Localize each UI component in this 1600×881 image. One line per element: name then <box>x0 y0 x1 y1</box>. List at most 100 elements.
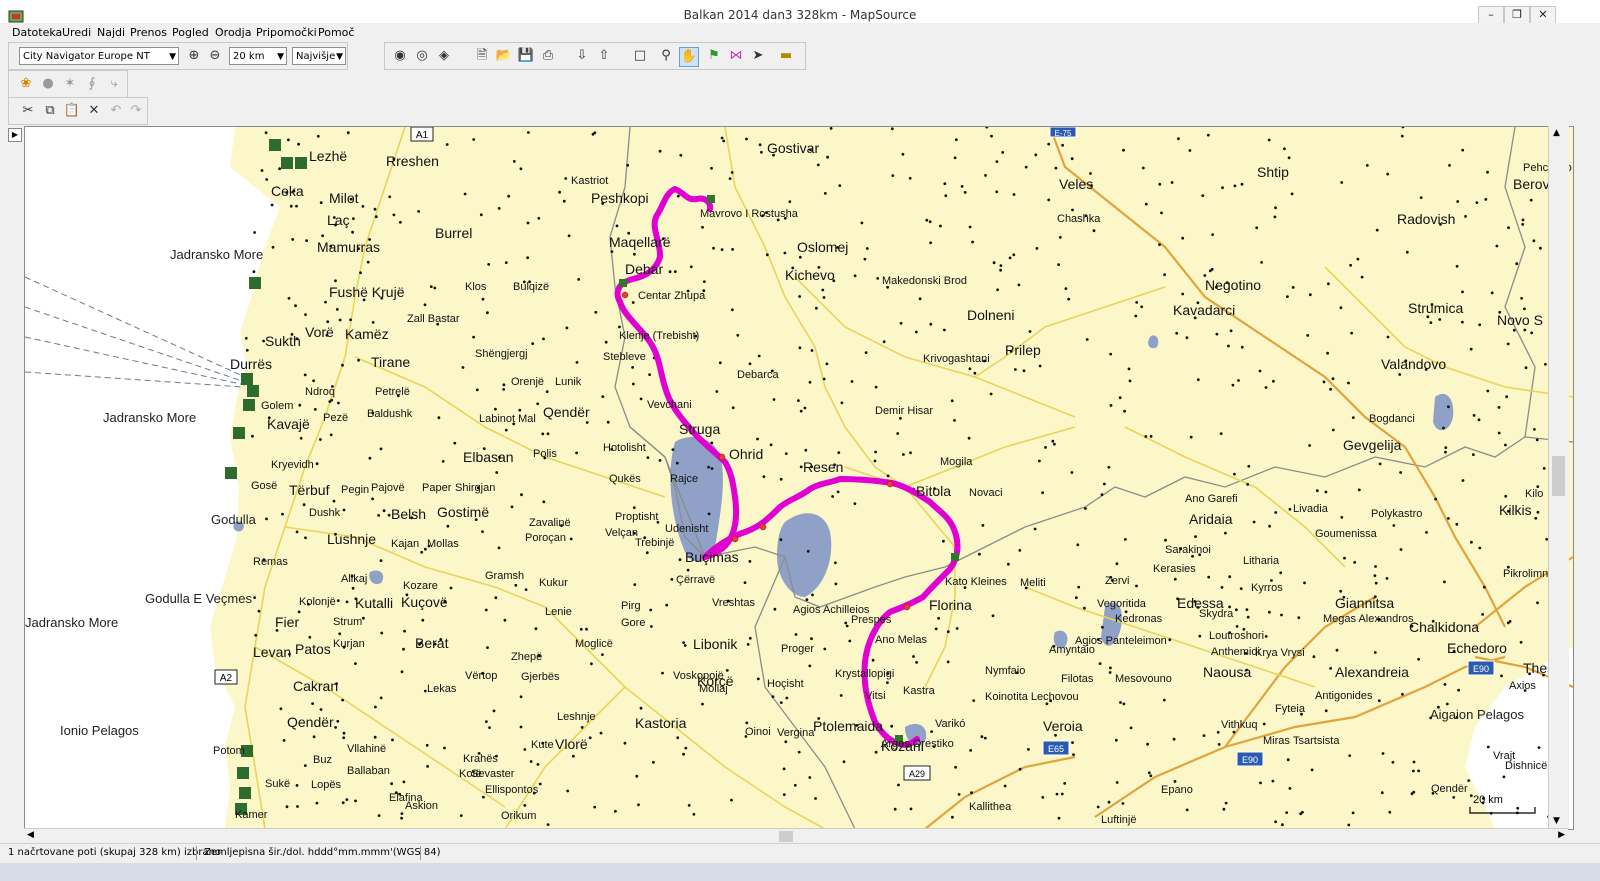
town-label[interactable]: Vllahinë <box>347 743 386 755</box>
town-label[interactable]: Mollaj <box>699 683 728 695</box>
copy-icon[interactable]: ⧉ <box>41 102 59 120</box>
town-label[interactable]: Strum <box>333 616 362 628</box>
town-label[interactable]: Polykastro <box>1371 508 1422 520</box>
town-label[interactable]: Kastra <box>903 685 936 697</box>
scroll-thumb[interactable] <box>779 831 793 842</box>
find-nearby-icon[interactable]: ◈ <box>435 47 453 65</box>
town-label[interactable]: Struga <box>679 421 720 437</box>
town-label[interactable]: Golem <box>261 400 293 412</box>
town-label[interactable]: Chalkidona <box>1409 619 1479 635</box>
town-label[interactable]: Baldushk <box>367 408 413 420</box>
vertical-scrollbar[interactable]: ▲ ▼ <box>1548 126 1569 828</box>
send-to-device-icon[interactable]: ⇧ <box>595 47 613 65</box>
cut-icon[interactable]: ✂ <box>19 102 37 120</box>
town-label[interactable]: Qukës <box>609 473 641 485</box>
menu-pogled[interactable]: Pogled <box>172 26 209 39</box>
town-label[interactable]: Maqellarë <box>609 234 671 250</box>
town-label[interactable]: Labinot Mal <box>479 413 536 425</box>
town-label[interactable]: Kozani <box>881 738 924 754</box>
town-label[interactable]: Proptisht <box>615 511 658 523</box>
town-label[interactable]: Shtip <box>1257 164 1289 180</box>
town-label[interactable]: Kastoria <box>635 715 687 731</box>
town-label[interactable]: Vergina <box>777 727 815 739</box>
town-label[interactable]: Prilep <box>1005 342 1041 358</box>
town-label[interactable]: Lekas <box>427 683 457 695</box>
menu-pomoc[interactable]: Pomoč <box>318 26 354 39</box>
menu-prenos[interactable]: Prenos <box>130 26 167 39</box>
pointer-tool-icon[interactable]: ➤ <box>749 47 767 65</box>
town-label[interactable]: Kastriot <box>571 175 608 187</box>
town-label[interactable]: Kozare <box>403 580 438 592</box>
town-label[interactable]: Gramsh <box>485 570 524 582</box>
town-label[interactable]: Mollas <box>427 538 459 550</box>
town-label[interactable]: Kerasies <box>1153 563 1196 575</box>
town-label[interactable]: Veroia <box>1043 718 1083 734</box>
town-label[interactable]: Qendër <box>543 404 590 420</box>
town-label[interactable]: Antigonides <box>1315 690 1373 702</box>
town-label[interactable]: Vegoritida <box>1097 598 1147 610</box>
menu-uredi[interactable]: Uredi <box>62 26 91 39</box>
town-label[interactable]: Poroçan <box>525 532 566 544</box>
town-label[interactable]: Echedoro <box>1447 640 1507 656</box>
town-label[interactable]: Durrës <box>230 356 272 372</box>
menu-datoteka[interactable]: Datoteka <box>12 26 62 39</box>
town-label[interactable]: Askion <box>405 800 438 812</box>
town-label[interactable]: Valandovo <box>1381 356 1446 372</box>
town-label[interactable]: Laç <box>327 212 350 228</box>
zoom-in-button[interactable]: ⊕ <box>185 47 203 65</box>
town-label[interactable]: Ano Garefi <box>1185 493 1238 505</box>
town-label[interactable]: Varikó <box>935 718 965 730</box>
town-label[interactable]: Vitsi <box>865 690 886 702</box>
redo-icon[interactable]: ↷ <box>127 102 145 120</box>
town-label[interactable]: Hotolisht <box>603 442 646 454</box>
scroll-right-icon[interactable]: ▶ <box>1558 830 1565 840</box>
town-label[interactable]: Loutroshori <box>1209 630 1264 642</box>
open-folder-icon[interactable]: 📂 <box>495 47 513 65</box>
town-label[interactable]: Veles <box>1059 176 1093 192</box>
town-label[interactable]: Kamer <box>235 809 268 821</box>
town-label[interactable]: Litharia <box>1243 555 1280 567</box>
zoom-tool-icon[interactable]: ⚲ <box>657 47 675 65</box>
new-file-icon[interactable]: 🗎 <box>473 47 491 65</box>
town-label[interactable]: Zall Bastar <box>407 313 460 325</box>
town-label[interactable]: Vorë <box>305 324 334 340</box>
town-label[interactable]: Gostivar <box>767 140 819 156</box>
find-recent-icon[interactable]: ◎ <box>413 47 431 65</box>
town-label[interactable]: Qendër <box>287 714 334 730</box>
map-product-select[interactable]: City Navigator Europe NT 2014.4▼ <box>19 47 179 80</box>
town-label[interactable]: Hoçisht <box>767 678 804 690</box>
town-label[interactable]: Rreshen <box>386 153 439 169</box>
zoom-level-select[interactable]: 20 km ▼ <box>229 47 287 65</box>
town-label[interactable]: Pirg <box>621 600 641 612</box>
town-label[interactable]: Kedronas <box>1115 613 1163 625</box>
town-label[interactable]: Kutalli <box>355 595 393 611</box>
town-label[interactable]: Moglicë <box>575 638 613 650</box>
town-label[interactable]: Sukth <box>265 333 301 349</box>
town-label[interactable]: Megas Alexandros <box>1323 613 1414 625</box>
town-label[interactable]: Vevchani <box>647 399 692 411</box>
town-label[interactable]: Ballaban <box>347 765 390 777</box>
town-label[interactable]: Filotas <box>1061 673 1094 685</box>
town-label[interactable]: Vlorë <box>555 736 588 752</box>
town-label[interactable]: Pezë <box>323 412 348 424</box>
town-label[interactable]: Ndroq <box>305 386 335 398</box>
town-label[interactable]: Gostimë <box>437 504 489 520</box>
scroll-down-icon[interactable]: ▼ <box>1553 816 1560 826</box>
town-label[interactable]: Libonik <box>693 636 738 652</box>
town-label[interactable]: Gjerbës <box>521 671 560 683</box>
town-label[interactable]: Bitola <box>916 483 951 499</box>
town-label[interactable]: Velçan <box>605 527 638 539</box>
town-label[interactable]: Zervi <box>1105 575 1129 587</box>
town-label[interactable]: Kryevidh <box>271 459 314 471</box>
town-label[interactable]: Lunik <box>555 376 582 388</box>
town-label[interactable]: Lopës <box>311 779 341 791</box>
town-label[interactable]: Kavadarci <box>1173 302 1235 318</box>
town-label[interactable]: Kamëz <box>345 326 389 342</box>
town-label[interactable]: Shirgjan <box>455 482 495 494</box>
town-label[interactable]: Epano <box>1161 784 1193 796</box>
town-label[interactable]: Çërravë <box>676 574 715 586</box>
town-label[interactable]: Patos <box>295 641 331 657</box>
scroll-left-icon[interactable]: ◀ <box>27 830 34 840</box>
town-label[interactable]: Fyteia <box>1275 703 1306 715</box>
town-label[interactable]: Mogila <box>940 456 973 468</box>
